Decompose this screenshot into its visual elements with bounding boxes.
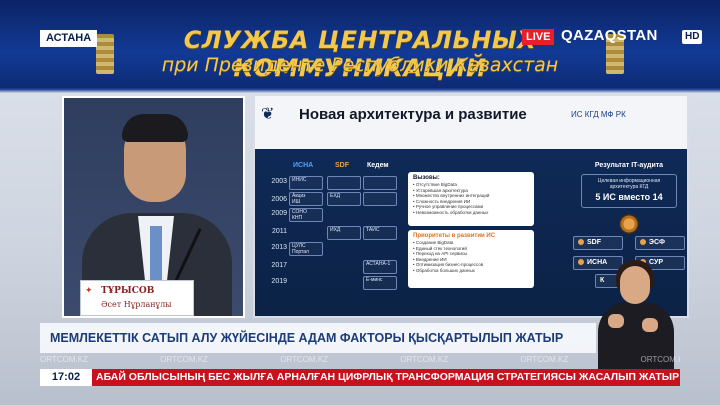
timeline-cell: СОНО КНП bbox=[289, 208, 323, 222]
result-subtitle: Целевая информационная архитектура КГД bbox=[597, 178, 661, 190]
system-dot-icon bbox=[578, 239, 584, 245]
timeline-cell: ИХД bbox=[327, 226, 361, 240]
speaker-nameplate: ✦ ТҰРЫСОВ Әсет Нұрланұлы bbox=[80, 280, 194, 316]
watermark-row: ORTCOM.KZ ORTCOM.KZ ORTCOM.KZ ORTCOM.KZ … bbox=[40, 355, 680, 367]
headline-bar: МЕМЛЕКЕТТІК САТЫП АЛУ ЖҮЙЕСІНДЕ АДАМ ФАК… bbox=[40, 323, 596, 353]
year-label: 2011 bbox=[271, 228, 287, 235]
system-dot-icon bbox=[578, 259, 584, 265]
column-header-kedem: Кедем bbox=[367, 162, 389, 169]
column-header-sdf: SDF bbox=[335, 162, 349, 169]
system-pill: SDF bbox=[573, 236, 623, 250]
timeline-cell: ЦУЛС Портал bbox=[289, 242, 323, 256]
system-pill: ЭСФ bbox=[635, 236, 685, 250]
interpreter-hand bbox=[642, 318, 658, 332]
column-header-isna: ИСНА bbox=[293, 162, 314, 169]
timeline-cell bbox=[327, 176, 361, 190]
challenges-title: Вызовы: bbox=[413, 175, 440, 181]
emblem-icon: ✦ bbox=[85, 286, 93, 296]
watermark-text: ORTCOM.KZ bbox=[160, 355, 208, 364]
banner-subtitle: при Президенте Республики Казахстан bbox=[161, 54, 559, 76]
system-dot-icon bbox=[640, 239, 646, 245]
live-badge: LIVE bbox=[522, 29, 555, 45]
interpreter-hand bbox=[608, 314, 624, 328]
speaker-hair bbox=[122, 114, 188, 142]
result-box: Целевая информационная архитектура КГД 5… bbox=[581, 174, 677, 208]
watermark-text: ORTCOM.KZ bbox=[400, 355, 449, 364]
year-label: 2013 bbox=[271, 244, 287, 251]
slide-title: Новая архитектура и развитие bbox=[299, 106, 527, 123]
backdrop-banner: СЛУЖБА ЦЕНТРАЛЬНЫХ КОММУНИКАЦИЙ при През… bbox=[0, 0, 720, 88]
timeline-cell: ТАИС bbox=[363, 226, 397, 240]
year-label: 2019 bbox=[271, 278, 287, 285]
year-label: 2006 bbox=[271, 196, 287, 203]
timeline-cell: Е-минс bbox=[363, 276, 397, 290]
system-label: ЭСФ bbox=[649, 239, 666, 246]
timeline-cell: ИНИС bbox=[289, 176, 323, 190]
timeline-cell bbox=[363, 176, 397, 190]
challenges-box: Вызовы: Отсутствие BigData Устаревшая ар… bbox=[408, 172, 534, 226]
year-label: 2009 bbox=[271, 210, 287, 217]
priority-item: Обработка больших данных bbox=[413, 268, 529, 274]
challenge-item: Невозможность обработки данных bbox=[413, 210, 529, 216]
speaker-camera-window: ✦ ТҰРЫСОВ Әсет Нұрланұлы bbox=[62, 96, 245, 318]
slide-subtitle: ИС КГД МФ РК bbox=[571, 110, 626, 119]
watermark-text: ORTCOM.KZ bbox=[520, 355, 569, 364]
broadcast-frame: СЛУЖБА ЦЕНТРАЛЬНЫХ КОММУНИКАЦИЙ при През… bbox=[0, 0, 720, 405]
year-label: 2003 bbox=[271, 178, 287, 185]
timeline-cell: Акциз ИШ bbox=[289, 192, 323, 206]
timeline-cell: АСТАНА-1 bbox=[363, 260, 397, 274]
result-title: Результат IT-аудита bbox=[594, 162, 664, 169]
channel-logo: QAZAQSTAN bbox=[561, 27, 658, 44]
snow-leopard-logo-icon: ❦ bbox=[261, 104, 275, 123]
priorities-box: Приоритеты в развитии ИС Создание BigDat… bbox=[408, 230, 534, 288]
clock: 17:02 bbox=[40, 369, 92, 386]
system-ring-icon bbox=[619, 214, 639, 234]
interpreter-face bbox=[620, 266, 650, 304]
priorities-title: Приоритеты в развитии ИС bbox=[413, 233, 496, 239]
ticker-text: АБАЙ ОБЛЫСЫНЫҢ БЕС ЖЫЛҒА АРНАЛҒАН ЦИФРЛЫ… bbox=[96, 371, 680, 383]
system-label: SDF bbox=[587, 239, 601, 246]
news-ticker: 17:02 АБАЙ ОБЛЫСЫНЫҢ БЕС ЖЫЛҒА АРНАЛҒАН … bbox=[40, 369, 680, 386]
watermark-text: ORTCOM.KZ bbox=[40, 355, 88, 364]
result-figure: 5 ИС вместо 14 bbox=[595, 192, 663, 202]
headline-text: МЕМЛЕКЕТТІК САТЫП АЛУ ЖҮЙЕСІНДЕ АДАМ ФАК… bbox=[50, 331, 564, 345]
nameplate-name: ТҰРЫСОВ bbox=[101, 286, 155, 296]
hd-badge: HD bbox=[682, 30, 703, 44]
watermark-text: ORTCOM.KZ bbox=[280, 355, 329, 364]
watermark-text: ORTCOM.KZ bbox=[640, 355, 680, 364]
year-label: 2017 bbox=[271, 262, 287, 269]
timeline-cell bbox=[363, 192, 397, 206]
location-badge: АСТАНА bbox=[40, 30, 98, 47]
timeline-cell: ЕХД bbox=[327, 192, 361, 206]
nameplate-subname: Әсет Нұрланұлы bbox=[101, 300, 172, 309]
